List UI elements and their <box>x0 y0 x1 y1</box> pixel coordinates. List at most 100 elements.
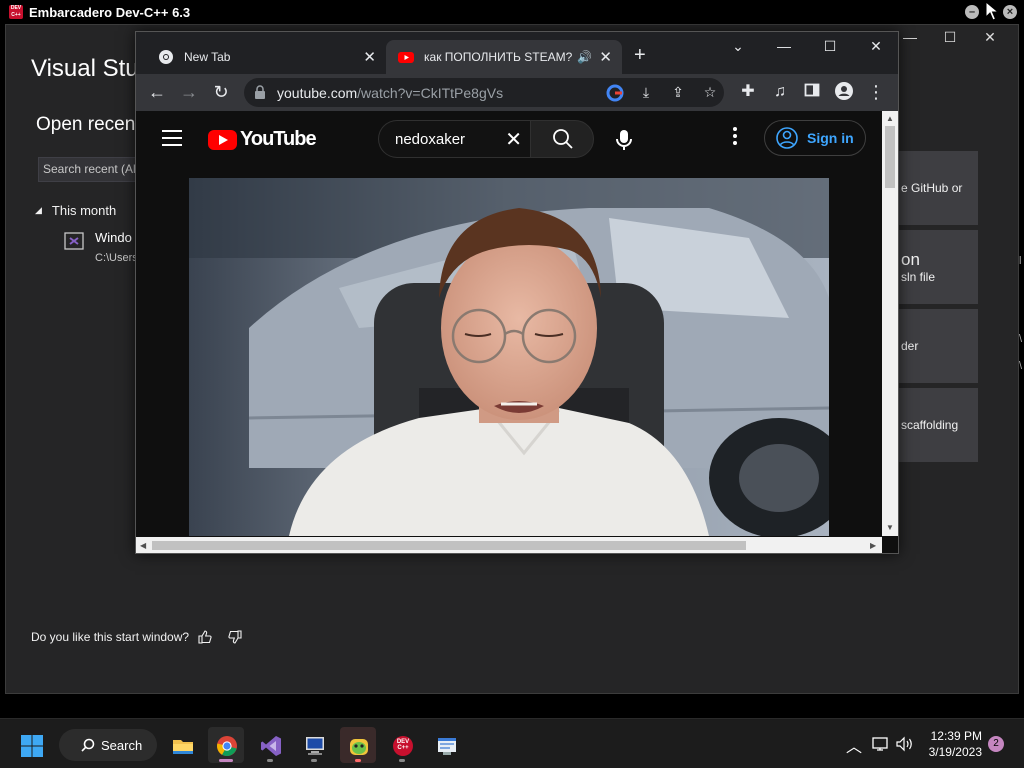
devcpp-icon-label: DEV C++ <box>396 739 410 751</box>
card-description: e GitHub or <box>901 181 963 195</box>
windows-taskbar: Search DEV C++ ︿ 12:39 PM 3/19/2023 2 <box>0 718 1024 768</box>
vs-close-button[interactable]: ✕ <box>970 27 1010 47</box>
youtube-icon <box>398 52 414 63</box>
bookmark-star-icon[interactable]: ☆ <box>701 84 719 102</box>
taskbar-clock[interactable]: 12:39 PM 3/19/2023 <box>922 728 982 760</box>
new-tab-button[interactable]: + <box>634 44 646 67</box>
clone-repository-card[interactable]: e GitHub or <box>888 151 978 225</box>
video-player[interactable] <box>189 178 829 536</box>
url-host: youtube.com <box>277 85 358 101</box>
open-indicator <box>311 759 317 762</box>
clear-search-icon[interactable]: ✕ <box>505 127 522 152</box>
chrome-menu-icon[interactable]: ⋮ <box>864 81 888 105</box>
youtube-search-input[interactable]: nedoxaker ✕ <box>378 120 530 158</box>
open-solution-card[interactable]: on sln file <box>888 230 978 304</box>
close-tab-icon[interactable]: ✕ <box>363 48 376 66</box>
this-month-label: This month <box>51 203 117 218</box>
devcpp-close-button[interactable]: × <box>1003 5 1017 19</box>
youtube-header: YouTube nedoxaker ✕ Sign in <box>136 111 882 166</box>
show-hidden-icons-chevron-icon[interactable]: ︿ <box>846 733 862 757</box>
game-app[interactable] <box>340 727 376 763</box>
horizontal-scroll-thumb[interactable] <box>152 541 746 550</box>
chrome-app[interactable] <box>208 727 244 763</box>
visual-studio-app[interactable] <box>252 727 288 763</box>
media-controls-icon[interactable]: ♫ <box>768 81 792 105</box>
search-recent-input[interactable]: Search recent (Alt <box>38 157 148 182</box>
control-panel-app[interactable] <box>428 727 464 763</box>
google-lens-icon[interactable] <box>606 84 624 102</box>
scroll-left-arrow-icon[interactable]: ◀ <box>140 541 146 550</box>
tab-youtube-video[interactable]: как ПОПОЛНИТЬ STEAM? З 🔊 ✕ <box>386 40 622 74</box>
sign-in-button[interactable]: Sign in <box>764 120 866 156</box>
chrome-icon <box>159 50 173 64</box>
card-title: on <box>901 250 920 269</box>
windows-start-icon[interactable] <box>20 734 44 758</box>
devcpp-title-bar: DEV C++ Embarcadero Dev-C++ 6.3 – × <box>0 0 1024 24</box>
side-panel-icon[interactable] <box>800 81 824 105</box>
chrome-maximize-button[interactable]: ☐ <box>815 38 845 55</box>
window-settings-icon <box>438 738 456 755</box>
extensions-icon[interactable]: ✚ <box>736 81 760 105</box>
card-description: der <box>901 339 919 353</box>
devcpp-app[interactable]: DEV C++ <box>384 727 420 763</box>
video-frame-image <box>189 178 829 536</box>
hamburger-menu-icon[interactable] <box>162 130 182 151</box>
tab-title: New Tab <box>184 50 231 64</box>
youtube-settings-menu-icon[interactable] <box>733 127 737 148</box>
chrome-minimize-button[interactable]: — <box>769 38 799 54</box>
forward-button[interactable]: → <box>177 81 201 105</box>
install-app-icon[interactable]: ⤓ <box>637 84 655 102</box>
notification-count-badge[interactable]: 2 <box>988 736 1004 752</box>
youtube-play-icon <box>208 129 237 150</box>
feedback-row: Do you like this start window? <box>31 629 243 645</box>
search-icon <box>81 738 95 752</box>
side-glyph: \ <box>1019 360 1023 372</box>
recent-project-path: C:\Users <box>95 252 138 264</box>
back-button[interactable]: ← <box>145 81 169 105</box>
tab-strip: New Tab ✕ как ПОПОЛНИТЬ STEAM? З 🔊 ✕ + ⌄… <box>136 32 898 74</box>
tab-search-button[interactable]: ⌄ <box>723 38 753 55</box>
recent-project-name[interactable]: Windo <box>95 230 132 245</box>
network-icon[interactable] <box>872 736 888 752</box>
youtube-logo[interactable]: YouTube <box>208 128 317 151</box>
search-query: nedoxaker <box>395 131 466 148</box>
close-tab-icon[interactable]: ✕ <box>599 48 612 66</box>
audio-playing-icon[interactable]: 🔊 <box>577 50 592 64</box>
vertical-scrollbar[interactable]: ▲ ▼ <box>882 111 898 536</box>
scroll-right-arrow-icon[interactable]: ▶ <box>870 541 876 550</box>
reload-button[interactable]: ↻ <box>209 81 233 105</box>
this-month-group[interactable]: ◢ This month <box>35 203 116 218</box>
open-indicator <box>267 759 273 762</box>
devcpp-logo-icon: DEV C++ <box>9 5 23 19</box>
address-bar[interactable]: youtube.com/watch?v=CkITtPe8gVs ⤓ ⇪ ☆ <box>244 78 724 107</box>
create-project-card[interactable]: scaffolding <box>888 388 978 462</box>
file-explorer-app[interactable] <box>164 727 200 763</box>
microphone-icon[interactable] <box>608 123 640 155</box>
card-description: scaffolding <box>901 418 959 432</box>
lock-icon <box>255 85 265 99</box>
vs-maximize-button[interactable]: ☐ <box>930 27 970 47</box>
chrome-window: New Tab ✕ как ПОПОЛНИТЬ STEAM? З 🔊 ✕ + ⌄… <box>135 31 899 554</box>
scroll-up-arrow-icon[interactable]: ▲ <box>886 114 894 123</box>
tab-new-tab[interactable]: New Tab ✕ <box>146 40 386 74</box>
profile-avatar-icon[interactable] <box>832 81 856 105</box>
folder-icon <box>173 740 193 754</box>
devcpp-minimize-button[interactable]: – <box>965 5 979 19</box>
scroll-down-arrow-icon[interactable]: ▼ <box>886 523 894 532</box>
open-indicator <box>399 759 405 762</box>
thumbs-up-icon[interactable] <box>197 629 213 645</box>
thumbs-down-icon[interactable] <box>227 629 243 645</box>
vertical-scroll-thumb[interactable] <box>885 126 895 188</box>
volume-icon[interactable] <box>896 736 914 752</box>
chrome-icon <box>217 736 237 756</box>
mouse-cursor-icon <box>985 1 999 21</box>
horizontal-scrollbar[interactable]: ◀ ▶ <box>136 537 882 553</box>
chrome-close-button[interactable]: ✕ <box>861 38 891 55</box>
youtube-search-button[interactable] <box>530 120 594 158</box>
taskbar-search-button[interactable]: Search <box>59 729 157 761</box>
remote-desktop-app[interactable] <box>296 727 332 763</box>
open-indicator <box>355 759 361 762</box>
share-icon[interactable]: ⇪ <box>669 84 687 102</box>
visual-studio-icon <box>261 736 281 756</box>
open-folder-card[interactable]: der <box>888 309 978 383</box>
